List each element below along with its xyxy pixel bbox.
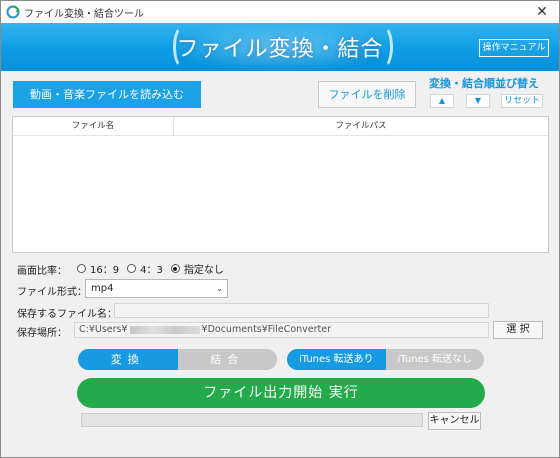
close-button[interactable]: ✕ [529, 2, 555, 22]
triangle-down-icon: ▼ [474, 96, 482, 105]
aspect-radio-unspecified[interactable]: 指定なし [170, 261, 224, 276]
header-banner: ファイル変換・結合 操作マニュアル [1, 23, 559, 71]
app-window: ファイル変換・結合ツール ✕ ファイル変換・結合 操作マニュアル 動画・音楽ファ… [0, 0, 560, 458]
file-list-table[interactable]: ファイル名 ファイルパス [12, 116, 549, 253]
format-select[interactable]: mp4 ⌄ [85, 279, 228, 298]
reorder-title: 変換・結合順並び替え [429, 77, 539, 90]
aspect-radio-16-9[interactable]: 16：9 [77, 261, 119, 276]
browse-button[interactable]: 選 択 [493, 321, 543, 339]
radio-circle-icon [127, 264, 137, 273]
app-logo-icon [6, 5, 20, 19]
mode-convert-option[interactable]: 変換 [78, 349, 178, 370]
radio-circle-icon [77, 264, 86, 273]
column-header-filepath[interactable]: ファイルパス [174, 117, 548, 136]
format-value: mp4 [91, 283, 114, 294]
mode-merge-option[interactable]: 結合 [177, 349, 277, 370]
move-up-button[interactable]: ▲ [430, 94, 454, 108]
triangle-up-icon: ▲ [438, 96, 446, 105]
chevron-down-icon: ⌄ [216, 284, 223, 293]
cancel-button[interactable]: キャンセル [428, 412, 481, 430]
reset-order-button[interactable]: リセット [501, 94, 543, 108]
manual-button[interactable]: 操作マニュアル [479, 39, 549, 57]
radio-selected-icon [170, 264, 180, 273]
column-header-filename[interactable]: ファイル名 [13, 117, 174, 136]
banner-title: ファイル変換・結合 [176, 37, 384, 62]
itunes-transfer-off-option[interactable]: iTunes 転送なし [385, 349, 484, 370]
format-label: ファイル形式： [17, 287, 87, 298]
load-files-button[interactable]: 動画・音楽ファイルを読み込む [13, 81, 201, 108]
table-header: ファイル名 ファイルパス [13, 117, 548, 136]
save-path-prefix: C:¥Users¥ [79, 324, 128, 335]
window-title: ファイル変換・結合ツール [24, 9, 144, 20]
aspect-radio-4-3[interactable]: 4：3 [127, 261, 163, 276]
mode-toggle: 変換 結合 [78, 349, 277, 370]
itunes-transfer-on-option[interactable]: iTunes 転送あり [287, 349, 386, 370]
save-location-label: 保存場所： [17, 328, 67, 339]
run-output-button[interactable]: ファイル出力開始 実行 [77, 378, 485, 408]
save-path-suffix: ¥Documents¥FileConverter [201, 324, 331, 335]
redacted-username [129, 325, 200, 334]
move-down-button[interactable]: ▼ [466, 94, 490, 108]
aspect-ratio-label: 画面比率： [17, 266, 67, 277]
itunes-toggle: iTunes 転送あり iTunes 転送なし [287, 349, 484, 370]
save-path-field[interactable]: C:¥Users¥ ¥Documents¥FileConverter [74, 322, 489, 338]
delete-file-button[interactable]: ファイルを削除 [318, 81, 416, 108]
title-bar: ファイル変換・結合ツール ✕ [1, 1, 559, 23]
aspect-ratio-radio-group: 16：9 4：3 指定なし [77, 261, 232, 276]
output-filename-field[interactable] [114, 303, 489, 318]
output-name-label: 保存するファイル名： [17, 309, 117, 320]
progress-bar [81, 413, 423, 427]
